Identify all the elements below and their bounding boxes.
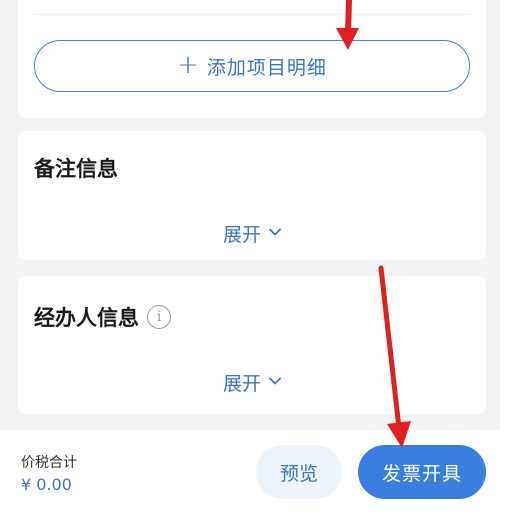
remarks-card: 备注信息 展开 [18, 131, 486, 260]
remarks-expand-toggle[interactable]: 展开 [18, 220, 486, 247]
preview-button[interactable]: 预览 [256, 445, 342, 499]
chevron-down-icon [269, 228, 281, 235]
agent-expand-label: 展开 [222, 373, 261, 395]
total-value: ¥ 0.00 [21, 475, 72, 494]
agent-expand-toggle[interactable]: 展开 [18, 369, 486, 396]
remarks-title: 备注信息 [34, 153, 118, 183]
chevron-down-icon [269, 377, 281, 384]
info-icon[interactable]: i [147, 305, 171, 329]
divider [34, 14, 470, 15]
issue-invoice-button[interactable]: 发票开具 [358, 445, 486, 499]
add-item-detail-button[interactable]: + 添加项目明细 [34, 40, 470, 92]
bottom-action-bar: 价税合计 ¥ 0.00 预览 发票开具 [0, 430, 507, 516]
add-item-detail-label: 添加项目明细 [206, 56, 327, 79]
total-label: 价税合计 [21, 455, 77, 471]
agent-title-text: 经办人信息 [34, 306, 139, 330]
plus-icon: + [177, 50, 199, 80]
remarks-expand-label: 展开 [222, 224, 261, 246]
agent-card: 经办人信息 i 展开 [18, 276, 486, 414]
agent-title: 经办人信息 i [34, 302, 171, 332]
items-card: + 添加项目明细 [18, 0, 486, 118]
remarks-title-text: 备注信息 [34, 157, 118, 181]
